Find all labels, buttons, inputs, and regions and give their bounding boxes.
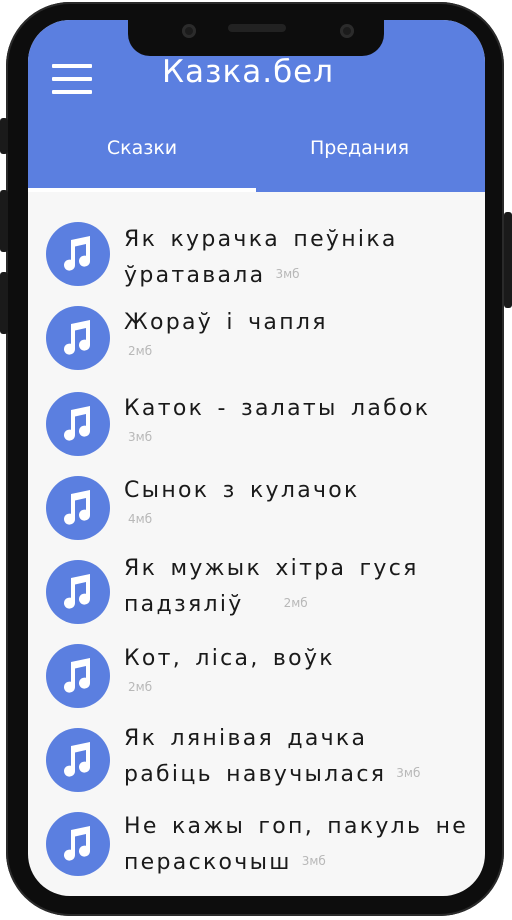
story-size: 3мб [396,766,421,780]
mute-switch [0,118,8,154]
camera-lens-icon [182,24,196,38]
tab-selected-indicator [28,188,256,192]
speaker-grille [228,24,286,32]
story-size: 3мб [128,430,153,444]
phone-screen: Казка.бел Сказки Предания Як курачка пеў… [28,20,485,896]
story-title: Як мужык хітра гуся падзяліў [124,556,419,617]
music-note-icon [46,644,110,708]
story-size: 4мб [128,512,153,526]
music-note-icon [46,728,110,792]
story-size: 2мб [128,680,153,694]
camera-notch [128,20,384,56]
music-note-icon [46,306,110,370]
music-note-icon [46,476,110,540]
story-title: Не кажы гоп, пакуль не пераскочыш [124,814,469,875]
story-title: Як лянівая дачка рабіць навучылася [124,726,387,787]
volume-down-button [0,272,8,334]
hamburger-menu-icon[interactable] [52,64,94,94]
music-note-icon [46,560,110,624]
list-item[interactable]: Каток - залаты лабок 3мб [28,390,485,470]
list-item[interactable]: Сынок з кулачок 4мб [28,474,485,554]
list-item[interactable]: Як мужык хітра гуся падзяліў 2мб [28,556,485,638]
tab-predaniya[interactable]: Предания [234,126,485,188]
power-button [504,212,512,308]
tab-bar: Сказки Предания [28,126,485,192]
list-item[interactable]: Як лянівая дачка рабіць навучылася 3мб [28,726,485,806]
story-title: Кот, ліса, воўк [124,646,335,671]
story-title: Жораў і чапля [124,310,328,335]
story-size: 3мб [275,267,300,281]
list-item[interactable]: Жораў і чапля 2мб [28,304,485,384]
music-note-icon [46,812,110,876]
sensor-icon [340,24,354,38]
tab-skazki[interactable]: Сказки [28,126,256,188]
story-title: Як курачка пеўніка ўратавала [124,227,398,288]
app-title: Казка.бел [162,54,335,90]
story-size: 2мб [128,344,153,358]
music-note-icon [46,222,110,286]
story-size: 3мб [301,854,326,868]
story-title: Каток - залаты лабок [124,396,431,421]
list-item[interactable]: Кот, ліса, воўк 2мб [28,642,485,722]
music-note-icon [46,392,110,456]
volume-up-button [0,190,8,252]
story-title: Сынок з кулачок [124,478,360,503]
list-item[interactable]: Як курачка пеўніка ўратавала 3мб [28,220,485,300]
story-size: 2мб [283,596,308,610]
list-item[interactable]: Не кажы гоп, пакуль не пераскочыш 3мб [28,810,485,890]
